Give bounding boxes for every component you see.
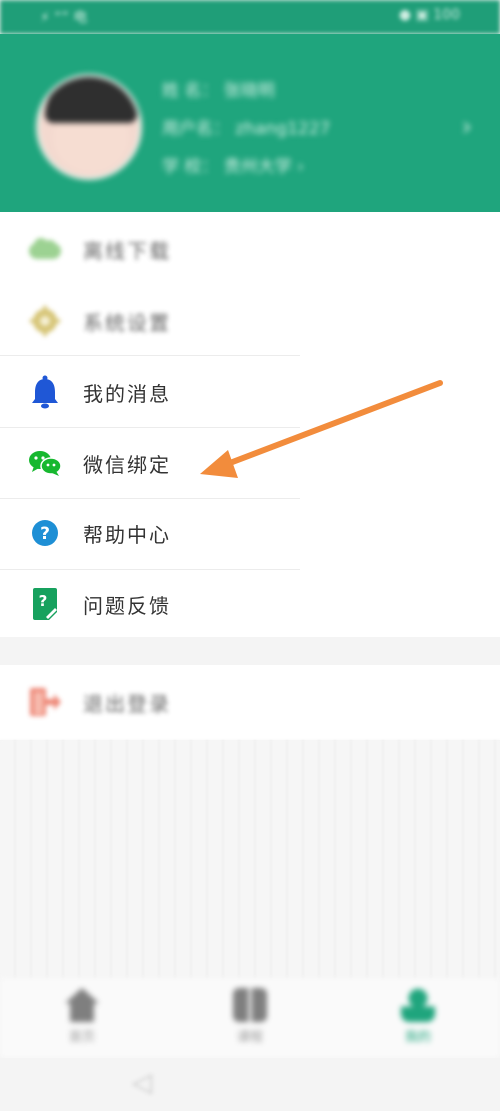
profile-name: 姓 名： 张晓明: [162, 81, 275, 101]
cloud-download-icon: [27, 231, 63, 267]
bell-icon: [27, 374, 63, 410]
svg-text:?: ?: [39, 592, 48, 610]
svg-text:?: ?: [40, 524, 50, 544]
back-icon[interactable]: ◁: [132, 1068, 152, 1098]
status-bar: ⚡ “” 电 ● ▣ 100: [0, 0, 500, 34]
system-nav-bar: ◁: [0, 1058, 500, 1111]
empty-area: [0, 740, 500, 980]
tab-courses-label: 课程: [236, 1030, 263, 1045]
tab-courses[interactable]: 课程: [220, 988, 280, 1048]
tab-mine[interactable]: 我的: [388, 988, 448, 1048]
avatar-hair: [45, 77, 137, 123]
logout-button[interactable]: 退出登录: [0, 667, 300, 737]
profile-username: 用户名： zhang1227: [162, 119, 331, 139]
gear-icon: [27, 303, 63, 339]
wechat-icon: [27, 445, 63, 481]
status-bar-right: ● ▣ 100: [398, 7, 460, 23]
menu-card: 离线下载 系统设置 我的消息 微信绑定 ? 帮助中心 ? 问题反馈: [0, 212, 500, 637]
menu-item-label: 系统设置: [83, 310, 171, 335]
menu-item-label: 微信绑定: [83, 452, 171, 477]
status-bar-left: ⚡ “” 电: [40, 10, 88, 26]
menu-item-offline-download[interactable]: 离线下载: [0, 214, 300, 284]
logout-icon: [27, 684, 63, 720]
divider: [0, 355, 300, 356]
avatar[interactable]: [36, 74, 142, 180]
question-icon: ?: [27, 515, 63, 551]
chevron-right-icon[interactable]: ›: [462, 112, 472, 142]
tab-home-label: 首页: [68, 1030, 95, 1045]
tab-mine-label: 我的: [404, 1030, 431, 1045]
feedback-icon: ?: [27, 586, 63, 622]
menu-item-label: 帮助中心: [83, 522, 171, 547]
tab-home[interactable]: 首页: [52, 988, 112, 1048]
menu-item-label: 问题反馈: [83, 593, 171, 618]
bottom-nav: 首页 课程 我的: [0, 978, 500, 1058]
person-icon: [401, 988, 435, 1022]
menu-item-help-center[interactable]: ? 帮助中心: [0, 498, 300, 568]
logout-label: 退出登录: [83, 691, 171, 716]
home-icon: [65, 988, 99, 1022]
menu-item-label: 我的消息: [83, 381, 171, 406]
logout-card: 退出登录: [0, 665, 500, 740]
menu-item-system-settings[interactable]: 系统设置: [0, 286, 300, 356]
profile-school: 学 校： 贵州大学 ›: [162, 157, 305, 177]
menu-item-wechat-binding[interactable]: 微信绑定: [0, 428, 300, 498]
grid-icon: [233, 988, 267, 1022]
menu-item-label: 离线下载: [83, 238, 171, 263]
menu-item-feedback[interactable]: ? 问题反馈: [0, 569, 300, 639]
menu-item-my-messages[interactable]: 我的消息: [0, 357, 300, 427]
profile-header[interactable]: 姓 名： 张晓明 用户名： zhang1227 学 校： 贵州大学 › ›: [0, 34, 500, 212]
